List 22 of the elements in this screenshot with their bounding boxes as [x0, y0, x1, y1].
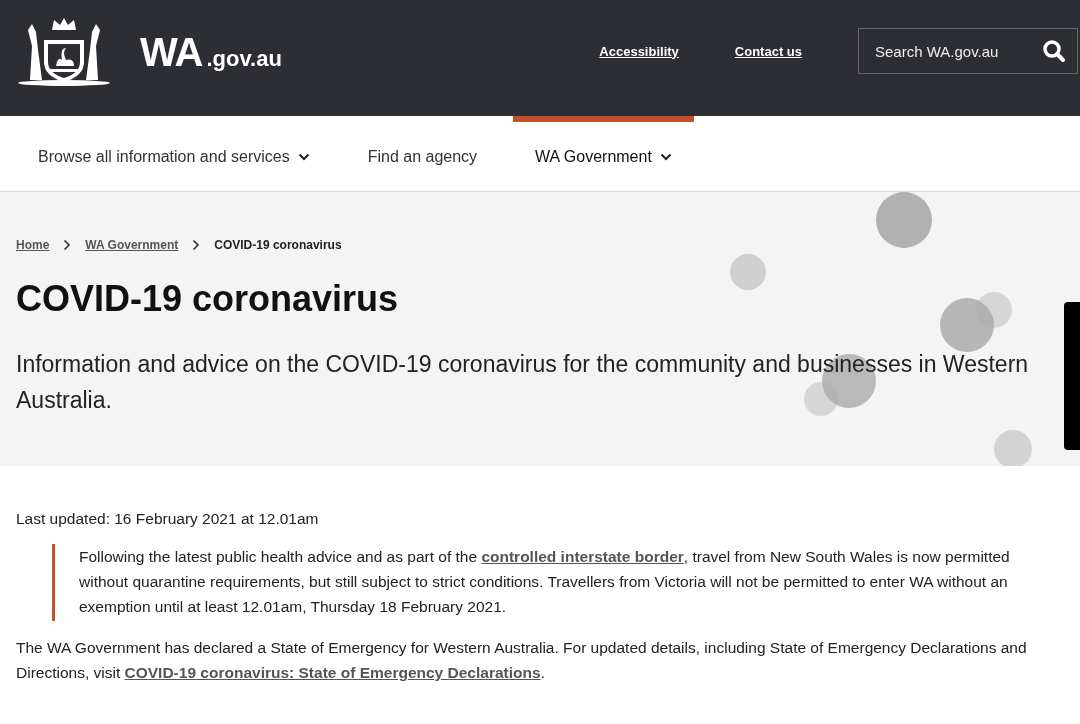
nav-tab[interactable]: Browse all information and services — [16, 116, 332, 191]
breadcrumb-current: COVID-19 coronavirus — [214, 238, 342, 252]
chevron-icon — [192, 239, 201, 251]
notice-text: Following the latest public health advice and as part of the controlled interstate border, travel from New South Wales is now permitted without quarantine requirements, but still subject to strict conditions. Travellers from Victoria will not be permitted to enter WA without an exemption until at least 12.01am, Thursday 18 February 2021. — [79, 547, 1011, 617]
search-field[interactable]: Search WA.gov.au — [858, 28, 1078, 74]
inline-link[interactable]: COVID-19 coronavirus: State of Emergency Declarations — [124, 664, 541, 681]
breadcrumb-link[interactable]: WA Government — [85, 238, 179, 252]
last-updated-text: Last updated: 16 February 2021 at 12.01am — [16, 510, 320, 528]
inline-link[interactable]: controlled interstate border — [481, 548, 684, 565]
chevron-icon — [63, 239, 72, 251]
header-link[interactable]: Contact us — [734, 43, 802, 59]
page-title: COVID-19 coronavirus — [16, 278, 400, 320]
chevron-down-icon[interactable] — [659, 152, 672, 161]
search-icon[interactable] — [1042, 39, 1066, 63]
header-link[interactable]: Accessibility — [599, 43, 679, 59]
site-logo-text[interactable]: WA.gov.au — [140, 29, 282, 75]
nav-tab[interactable]: Find an agency — [345, 116, 500, 191]
breadcrumb-link[interactable]: Home — [16, 238, 50, 252]
chevron-down-icon[interactable] — [297, 152, 310, 161]
coat-of-arms-logo[interactable] — [16, 16, 112, 88]
paragraph-text: The WA Government has declared a State of Emergency for Western Australia. For updated details, including State of Emergency Declarations and Directions, visit COVID-19 coronavirus: State of Emergency Declarations. — [16, 638, 1028, 683]
intro-text: Information and advice on the COVID-19 coronavirus for the community and businesses in Western Australia. — [16, 350, 1030, 415]
